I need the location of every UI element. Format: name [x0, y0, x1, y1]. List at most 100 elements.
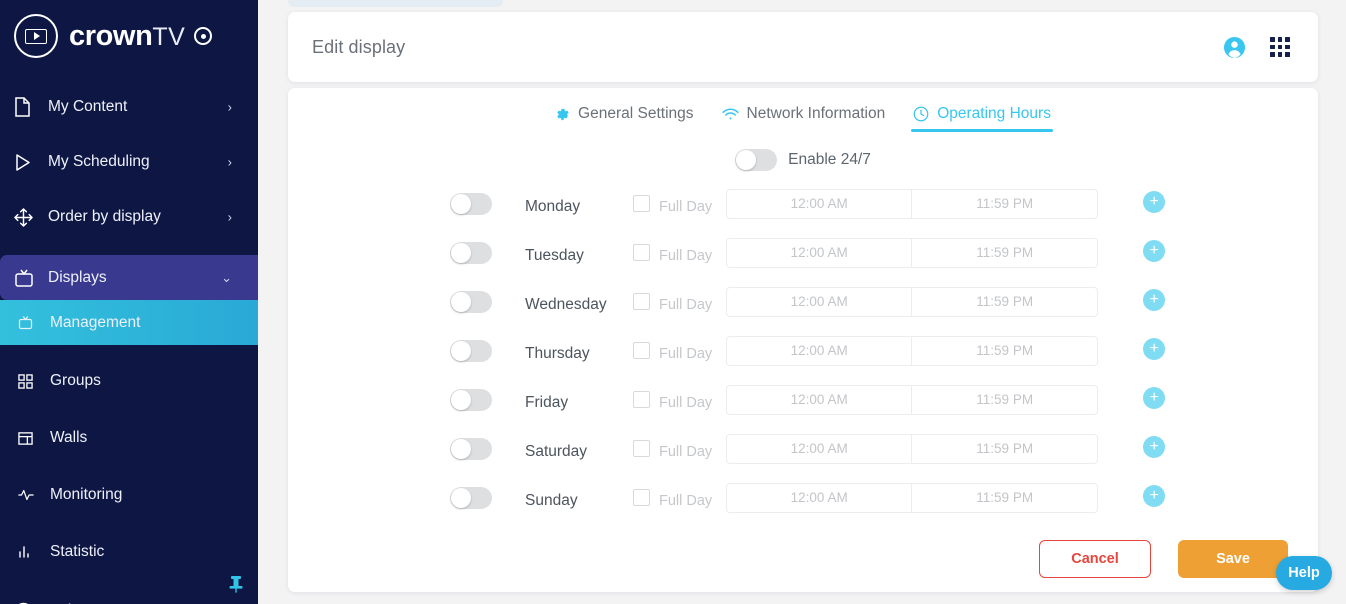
sidebar-item-label: Groups	[50, 372, 101, 390]
full-day-checkbox[interactable]	[633, 195, 650, 212]
gear-icon	[555, 107, 570, 122]
brand-name-primary: crown	[69, 20, 152, 52]
sidebar-item-my-content[interactable]: My Content ›	[0, 86, 258, 128]
day-row: Friday Full Day 12:00 AM 11:59 PM +	[450, 375, 1318, 424]
start-time-input[interactable]: 12:00 AM	[726, 385, 912, 415]
day-enable-toggle[interactable]	[450, 340, 492, 362]
start-time-input[interactable]: 12:00 AM	[726, 483, 912, 513]
end-time-input[interactable]: 11:59 PM	[912, 434, 1098, 464]
sidebar-item-label: My Scheduling	[48, 153, 150, 171]
time-range-group: 12:00 AM 11:59 PM	[726, 434, 1098, 464]
play-icon	[14, 151, 40, 173]
end-time-input[interactable]: 11:59 PM	[912, 238, 1098, 268]
sidebar-item-management[interactable]: Management	[0, 300, 258, 345]
time-range-group: 12:00 AM 11:59 PM	[726, 336, 1098, 366]
cancel-button[interactable]: Cancel	[1039, 540, 1151, 578]
day-enable-toggle[interactable]	[450, 389, 492, 411]
day-label: Sunday	[525, 492, 633, 510]
end-time-input[interactable]: 11:59 PM	[912, 336, 1098, 366]
main-content: Edit display	[258, 0, 1346, 604]
full-day-checkbox[interactable]	[633, 293, 650, 310]
settings-tabs: General Settings Network Information	[288, 88, 1318, 132]
app-root: crownTV My Content › M	[0, 0, 1346, 604]
start-time-input[interactable]: 12:00 AM	[726, 434, 912, 464]
tv-icon	[14, 267, 40, 289]
user-avatar-icon[interactable]	[1223, 36, 1246, 59]
end-time-input[interactable]: 11:59 PM	[912, 385, 1098, 415]
day-enable-toggle[interactable]	[450, 438, 492, 460]
sidebar-item-order-by-display[interactable]: Order by display ›	[0, 196, 258, 238]
time-range-group: 12:00 AM 11:59 PM	[726, 238, 1098, 268]
sidebar-item-label: Order by display	[48, 208, 161, 226]
apps-grid-icon[interactable]	[1270, 37, 1290, 57]
full-day-checkbox[interactable]	[633, 440, 650, 457]
add-time-slot-button[interactable]: +	[1143, 191, 1165, 213]
full-day-checkbox[interactable]	[633, 391, 650, 408]
full-day-checkbox[interactable]	[633, 244, 650, 261]
start-time-input[interactable]: 12:00 AM	[726, 189, 912, 219]
day-enable-toggle[interactable]	[450, 193, 492, 215]
chevron-down-icon: ⌄	[221, 270, 232, 286]
add-time-slot-button[interactable]: +	[1143, 387, 1165, 409]
sidebar-item-displays[interactable]: Displays ⌄	[0, 255, 258, 300]
sidebar-item-label: Monitoring	[50, 486, 122, 504]
end-time-input[interactable]: 11:59 PM	[912, 287, 1098, 317]
sidebar-item-walls[interactable]: Walls	[0, 417, 258, 459]
add-time-slot-button[interactable]: +	[1143, 338, 1165, 360]
sidebar-item-statistic[interactable]: Statistic	[0, 531, 258, 573]
full-day-label: Full Day	[659, 493, 712, 509]
tab-operating-hours[interactable]: Operating Hours	[913, 105, 1051, 132]
layout-icon	[18, 427, 42, 449]
sidebar-item-label: Statistic	[50, 543, 104, 561]
day-label: Thursday	[525, 345, 633, 363]
tab-network-information[interactable]: Network Information	[722, 105, 886, 132]
sidebar: crownTV My Content › M	[0, 0, 258, 604]
sidebar-nav: My Content › My Scheduling › Ord	[0, 86, 258, 604]
sidebar-item-label: Management	[50, 314, 140, 332]
tab-label: Network Information	[747, 105, 886, 123]
full-day-checkbox[interactable]	[633, 342, 650, 359]
pulse-icon	[18, 484, 42, 506]
day-enable-toggle[interactable]	[450, 291, 492, 313]
day-enable-toggle[interactable]	[450, 487, 492, 509]
document-icon	[14, 96, 40, 118]
add-time-slot-button[interactable]: +	[1143, 240, 1165, 262]
add-time-slot-button[interactable]: +	[1143, 485, 1165, 507]
sidebar-item-help-center[interactable]: Help Center	[0, 590, 258, 604]
scrolled-panel-peek	[288, 0, 503, 7]
start-time-input[interactable]: 12:00 AM	[726, 238, 912, 268]
end-time-input[interactable]: 11:59 PM	[912, 483, 1098, 513]
enable-24-7-toggle[interactable]	[735, 149, 777, 171]
day-row: Tuesday Full Day 12:00 AM 11:59 PM +	[450, 228, 1318, 277]
time-range-group: 12:00 AM 11:59 PM	[726, 385, 1098, 415]
day-label: Friday	[525, 394, 633, 412]
record-dot-icon	[194, 27, 212, 45]
brand-name-secondary: TV	[152, 23, 185, 51]
tv-small-icon	[18, 312, 42, 334]
end-time-input[interactable]: 11:59 PM	[912, 189, 1098, 219]
sidebar-item-my-scheduling[interactable]: My Scheduling ›	[0, 141, 258, 183]
sidebar-item-label: Walls	[50, 429, 87, 447]
question-circle-icon	[14, 600, 40, 604]
save-button[interactable]: Save	[1178, 540, 1288, 578]
add-time-slot-button[interactable]: +	[1143, 289, 1165, 311]
add-time-slot-button[interactable]: +	[1143, 436, 1165, 458]
start-time-input[interactable]: 12:00 AM	[726, 336, 912, 366]
day-enable-toggle[interactable]	[450, 242, 492, 264]
pin-icon[interactable]	[228, 574, 244, 599]
brand-wordmark: crownTV	[69, 22, 185, 51]
time-range-group: 12:00 AM 11:59 PM	[726, 483, 1098, 513]
start-time-input[interactable]: 12:00 AM	[726, 287, 912, 317]
sidebar-item-monitoring[interactable]: Monitoring	[0, 474, 258, 516]
enable-24-7-label: Enable 24/7	[788, 151, 871, 169]
day-label: Saturday	[525, 443, 633, 461]
crowntv-screen-logo-icon	[14, 14, 58, 58]
help-widget-button[interactable]: Help	[1276, 556, 1332, 590]
chevron-right-icon: ›	[228, 100, 232, 115]
chevron-right-icon: ›	[228, 155, 232, 170]
full-day-checkbox[interactable]	[633, 489, 650, 506]
sidebar-item-groups[interactable]: Groups	[0, 360, 258, 402]
clock-icon	[913, 106, 929, 122]
brand-logo[interactable]: crownTV	[0, 0, 258, 72]
tab-general-settings[interactable]: General Settings	[555, 105, 693, 132]
